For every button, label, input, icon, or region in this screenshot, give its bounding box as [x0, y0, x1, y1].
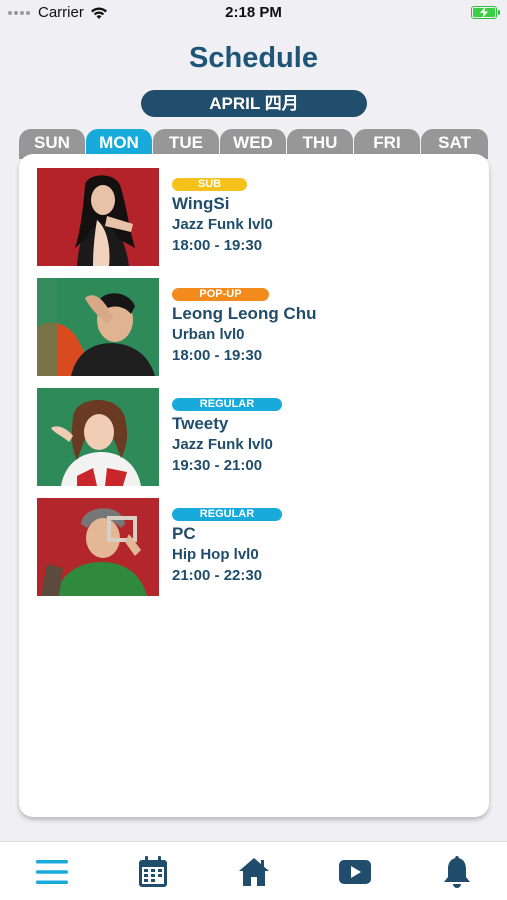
- instructor-photo: [37, 498, 159, 596]
- notifications-button[interactable]: [440, 855, 474, 889]
- class-type-badge: SUB: [172, 178, 247, 191]
- class-time: 18:00 - 19:30: [172, 237, 263, 254]
- bottom-nav: [0, 841, 507, 900]
- calendar-button[interactable]: [136, 855, 170, 889]
- home-button[interactable]: [237, 855, 271, 889]
- class-style: Hip Hop lvl0: [172, 546, 259, 563]
- instructor-name: PC: [172, 524, 196, 543]
- battery-icon: [471, 6, 500, 19]
- instructor-name: Tweety: [172, 414, 229, 433]
- class-type-badge: REGULAR: [172, 398, 282, 411]
- instructor-name: Leong Leong Chu: [172, 304, 317, 323]
- class-item[interactable]: SUB WingSi Jazz Funk lvl0 18:00 - 19:30: [37, 168, 477, 266]
- status-time: 2:18 PM: [225, 4, 282, 21]
- instructor-photo: [37, 388, 159, 486]
- instructor-photo: [37, 168, 159, 266]
- class-time: 19:30 - 21:00: [172, 457, 263, 474]
- instructor-photo: [37, 278, 159, 376]
- class-time: 21:00 - 22:30: [172, 567, 263, 584]
- class-style: Urban lvl0: [172, 326, 245, 343]
- menu-icon: [36, 860, 68, 884]
- class-style: Jazz Funk lvl0: [172, 216, 273, 233]
- class-item[interactable]: REGULAR Tweety Jazz Funk lvl0 19:30 - 21…: [37, 388, 477, 486]
- play-video-icon: [339, 860, 371, 884]
- schedule-card: SUB WingSi Jazz Funk lvl0 18:00 - 19:30 …: [19, 154, 489, 817]
- class-type-badge: REGULAR: [172, 508, 282, 521]
- class-item[interactable]: POP-UP Leong Leong Chu Urban lvl0 18:00 …: [37, 278, 477, 376]
- menu-button[interactable]: [35, 855, 69, 889]
- class-item[interactable]: REGULAR PC Hip Hop lvl0 21:00 - 22:30: [37, 498, 477, 596]
- page-title: Schedule: [189, 42, 318, 74]
- video-button[interactable]: [338, 855, 372, 889]
- class-time: 18:00 - 19:30: [172, 347, 263, 364]
- calendar-icon: [139, 856, 167, 887]
- month-selector[interactable]: APRIL 四月: [141, 90, 367, 117]
- instructor-name: WingSi: [172, 194, 230, 213]
- status-bar: Carrier 2:18 PM: [0, 0, 507, 26]
- bell-icon: [444, 856, 470, 888]
- class-type-badge: POP-UP: [172, 288, 269, 301]
- home-icon: [239, 858, 269, 886]
- class-style: Jazz Funk lvl0: [172, 436, 273, 453]
